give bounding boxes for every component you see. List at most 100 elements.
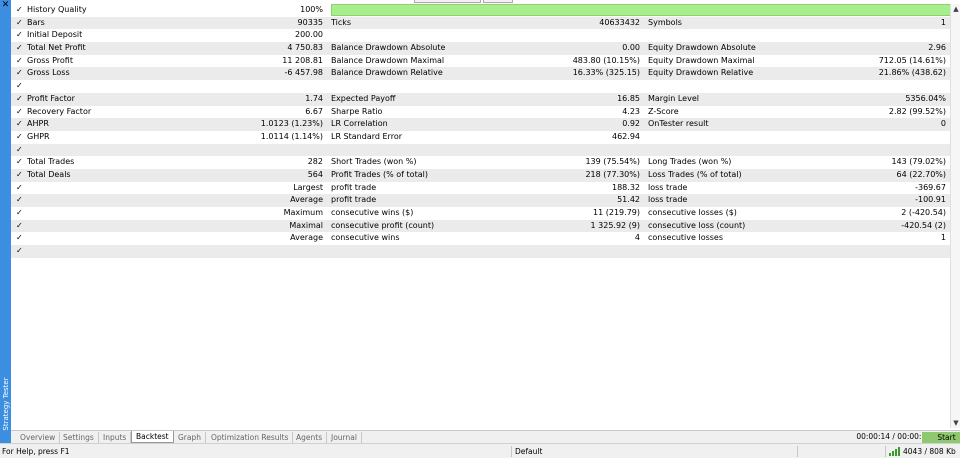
tab-graph[interactable]: Graph bbox=[174, 432, 207, 443]
tab-overview[interactable]: Overview bbox=[16, 432, 61, 443]
report-row[interactable]: ✓ bbox=[11, 143, 950, 157]
report-value-col2: 11 (219.79) bbox=[593, 208, 640, 217]
report-value-col2: 16.85 bbox=[617, 93, 640, 103]
row-check-icon: ✓ bbox=[16, 144, 23, 154]
report-label-col3: consecutive losses bbox=[648, 233, 724, 243]
report-row[interactable]: ✓ Average consecutive wins 4 consecutive los… bbox=[11, 232, 950, 245]
report-value-col3: 1 bbox=[940, 17, 946, 27]
report-label-col1: Bars bbox=[27, 17, 45, 27]
report-row[interactable]: ✓ Initial Deposit 200.00 bbox=[11, 29, 950, 42]
scroll-up-icon[interactable]: ▲ bbox=[951, 4, 960, 14]
help-text: For Help, press F1 bbox=[2, 447, 70, 456]
close-icon[interactable]: ✕ bbox=[0, 0, 11, 11]
report-row[interactable]: ✓ Total Trades 282 Short Trades (won %) 139 … bbox=[11, 156, 950, 169]
report-value-col3: -420.54 (2) bbox=[901, 220, 946, 230]
report-row[interactable]: ✓ Gross Loss -6 457.98 Balance Drawdown Rel… bbox=[11, 67, 950, 81]
report-value-col2: 483.80 (10.15%) bbox=[572, 55, 640, 65]
vertical-scrollbar[interactable]: ▲ ▼ bbox=[950, 4, 960, 428]
report-value-col1: -6 457.98 bbox=[284, 68, 323, 78]
row-check-icon: ✓ bbox=[16, 182, 23, 192]
report-label-col3: Equity Drawdown Relative bbox=[648, 68, 754, 78]
report-label-col1: Gross Loss bbox=[27, 68, 70, 78]
report-value-col1: 1.0114 (1.14%) bbox=[260, 131, 323, 141]
report-row[interactable]: ✓ Bars 90335 Ticks 40633432 Symbols 1 bbox=[11, 16, 950, 30]
report-label-col3: Equity Drawdown Maximal bbox=[648, 55, 755, 65]
report-row[interactable]: ✓ Gross Profit 11 208.81 Balance Drawdown M… bbox=[11, 55, 950, 68]
report-value-col3: 5356.04% bbox=[905, 93, 946, 103]
report-label-col2: Balance Drawdown Absolute bbox=[331, 43, 446, 53]
report-value-col2: 4.23 bbox=[622, 106, 640, 116]
report-value-col2: 51.42 bbox=[617, 195, 640, 205]
report-label-col1: Recovery Factor bbox=[27, 106, 92, 116]
report-value-col1: Maximum bbox=[283, 208, 323, 217]
report-label-col2: consecutive wins ($) bbox=[331, 208, 414, 217]
report-row[interactable]: ✓ Average profit trade 51.42 loss trade -100.… bbox=[11, 194, 950, 207]
tab-agents[interactable]: Agents bbox=[292, 432, 328, 443]
signal-strength-icon bbox=[889, 447, 901, 456]
report-row[interactable]: ✓ Largest profit trade 188.32 loss trade -369… bbox=[11, 182, 950, 195]
row-check-icon: ✓ bbox=[16, 131, 23, 141]
tab-inputs[interactable]: Inputs bbox=[99, 432, 132, 443]
row-check-icon: ✓ bbox=[16, 195, 23, 205]
report-value-col1: Average bbox=[290, 195, 323, 205]
report-row[interactable]: ✓ GHPR 1.0114 (1.14%) LR Standard Error 462.… bbox=[11, 131, 950, 144]
row-check-icon: ✓ bbox=[16, 43, 23, 53]
row-check-icon: ✓ bbox=[16, 5, 23, 14]
report-row[interactable]: ✓ bbox=[11, 80, 950, 93]
tab-backtest[interactable]: Backtest bbox=[131, 431, 174, 443]
report-row[interactable]: ✓ Total Deals 564 Profit Trades (% of total… bbox=[11, 168, 950, 182]
report-row[interactable]: ✓ Maximal consecutive profit (count) 1 325.… bbox=[11, 219, 950, 233]
report-value-col1: 6.67 bbox=[305, 106, 323, 116]
report-label-col2: LR Standard Error bbox=[331, 131, 402, 141]
report-label-col1: Initial Deposit bbox=[27, 30, 83, 40]
report-label-col1: Total Deals bbox=[27, 169, 71, 179]
scroll-down-icon[interactable]: ▼ bbox=[951, 418, 960, 428]
report-row[interactable]: ✓ History Quality 100% bbox=[11, 4, 958, 17]
report-value-col2: 139 (75.54%) bbox=[585, 157, 640, 167]
report-value-col3: 2.96 bbox=[928, 43, 946, 53]
report-label-col2: Ticks bbox=[331, 17, 352, 27]
report-label-col3: loss trade bbox=[648, 182, 688, 192]
report-row[interactable]: ✓ bbox=[11, 245, 950, 258]
tab-settings[interactable]: Settings bbox=[59, 432, 99, 443]
report-label-col2: LR Correlation bbox=[331, 119, 388, 129]
strategy-tester-side-panel: ✕ Strategy Tester bbox=[0, 0, 11, 443]
report-label-col2: Expected Payoff bbox=[331, 93, 396, 103]
report-label-col3: Z-Score bbox=[648, 106, 679, 116]
row-check-icon: ✓ bbox=[16, 119, 23, 129]
row-check-icon: ✓ bbox=[16, 169, 23, 179]
report-value-col1: 90335 bbox=[297, 17, 323, 27]
start-button[interactable]: Start bbox=[922, 432, 960, 443]
report-value-col1: 11 208.81 bbox=[282, 55, 323, 65]
report-value-col2: 1 325.92 (9) bbox=[590, 220, 641, 230]
report-row[interactable]: ✓ Recovery Factor 6.67 Sharpe Ratio 4.23 Z-Sc… bbox=[11, 106, 950, 119]
report-value-col1: Average bbox=[290, 233, 323, 243]
report-value-col3: 1 bbox=[940, 233, 946, 243]
report-label-col1: Gross Profit bbox=[27, 55, 73, 65]
row-check-icon: ✓ bbox=[16, 93, 23, 103]
report-row[interactable]: ✓ Profit Factor 1.74 Expected Payoff 16.85 Ma… bbox=[11, 92, 950, 106]
report-row[interactable]: ✓ Total Net Profit 4 750.83 Balance Drawdow… bbox=[11, 42, 950, 55]
report-label-col2: profit trade bbox=[331, 182, 377, 192]
status-bar: For Help, press F1 Default 4043 / 808 Kb bbox=[0, 443, 960, 458]
tab-optimization-results[interactable]: Optimization Results bbox=[207, 432, 294, 443]
report-label-col1: Total Net Profit bbox=[27, 43, 86, 53]
report-label-col2: profit trade bbox=[331, 195, 377, 205]
history-quality-bar bbox=[331, 4, 958, 16]
report-label-col2: Balance Drawdown Relative bbox=[331, 68, 443, 78]
report-label-col1: Total Trades bbox=[27, 157, 75, 167]
report-value-col3: 2 (-420.54) bbox=[901, 208, 946, 217]
row-check-icon: ✓ bbox=[16, 246, 23, 256]
report-row[interactable]: ✓ AHPR 1.0123 (1.23%) LR Correlation 0.92 OnT… bbox=[11, 118, 950, 131]
row-check-icon: ✓ bbox=[16, 30, 23, 40]
backtest-report-grid: ✓ History Quality 100% ✓ Bars 90335 Ticks 40633… bbox=[11, 4, 958, 258]
report-value-col3: -100.91 bbox=[915, 195, 946, 205]
report-label-col1: GHPR bbox=[27, 131, 50, 141]
report-label-col3: Long Trades (won %) bbox=[648, 157, 732, 167]
tab-journal[interactable]: Journal bbox=[327, 432, 362, 443]
report-value-col3: 2.82 (99.52%) bbox=[888, 106, 946, 116]
panel-title: Strategy Tester bbox=[1, 377, 10, 431]
report-label-col3: loss trade bbox=[648, 195, 688, 205]
report-label-col3: Equity Drawdown Absolute bbox=[648, 43, 756, 53]
report-row[interactable]: ✓ Maximum consecutive wins ($) 11 (219.79) c… bbox=[11, 207, 950, 220]
